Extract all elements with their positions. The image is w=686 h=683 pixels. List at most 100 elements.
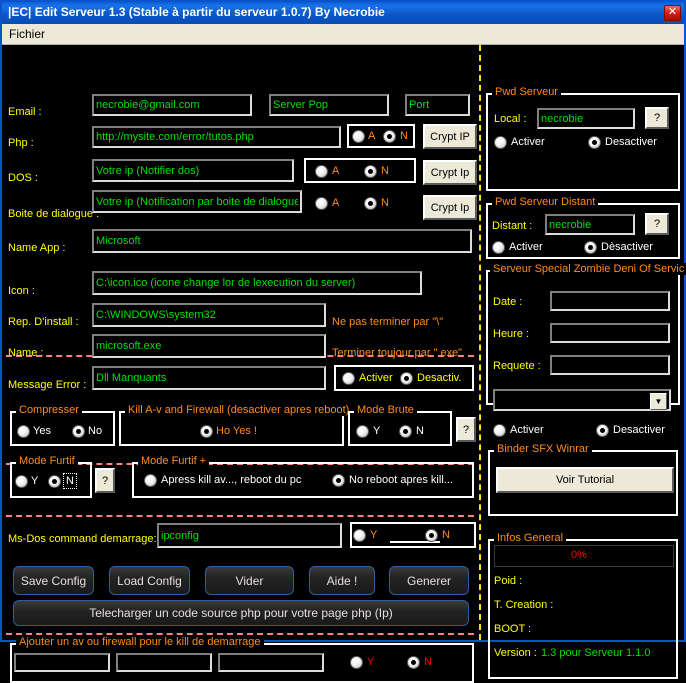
- load-config-button[interactable]: Load Config: [109, 566, 190, 595]
- mode-brute-y-label[interactable]: Y: [373, 425, 380, 437]
- zombie-combobox[interactable]: ▼: [493, 389, 671, 411]
- icon-input[interactable]: [92, 271, 422, 295]
- php-radio-n-label[interactable]: N: [400, 130, 408, 142]
- mode-furtif-plus-radio-2[interactable]: [332, 474, 345, 487]
- pwd-distant-help-button[interactable]: ?: [645, 213, 669, 235]
- rep-install-hint: Ne pas terminer par "\": [332, 316, 443, 328]
- zombie-radio-activer[interactable]: [493, 424, 506, 437]
- pwd-distant-input[interactable]: [545, 214, 635, 235]
- msdos-n-label[interactable]: N: [442, 529, 450, 541]
- server-pop-input[interactable]: [269, 94, 389, 116]
- close-icon[interactable]: ✕: [664, 5, 681, 21]
- mode-furtif-radio-n[interactable]: [48, 475, 61, 488]
- mode-furtif-plus-opt2-label[interactable]: No reboot apres kill...: [349, 474, 453, 486]
- crypt-ip-button-2[interactable]: Crypt Ip: [423, 160, 477, 185]
- kill-av-title: Kill A-v and Firewall (desactiver apres …: [125, 404, 352, 416]
- php-input[interactable]: [92, 126, 341, 148]
- msdos-input[interactable]: [157, 523, 342, 548]
- compresser-yes-label[interactable]: Yes: [33, 425, 51, 437]
- menu-item-fichier[interactable]: Fichier: [9, 27, 45, 41]
- download-php-button[interactable]: Telecharger un code source php pour votr…: [13, 600, 469, 626]
- save-config-button[interactable]: Save Config: [13, 566, 94, 595]
- php-radio-n[interactable]: [383, 130, 396, 143]
- dos-radio-n-label[interactable]: N: [381, 165, 389, 177]
- message-error-activer-label[interactable]: Activer: [359, 372, 393, 384]
- generer-button[interactable]: Generer: [389, 566, 469, 595]
- mode-furtif-plus-opt1-label[interactable]: Apress kill av..., reboot du pc: [161, 474, 301, 486]
- compresser-radio-no[interactable]: [72, 425, 85, 438]
- divider-below-msdos: [6, 515, 474, 517]
- zombie-radio-desactiver[interactable]: [596, 424, 609, 437]
- name-app-input[interactable]: [92, 229, 472, 253]
- pwd-serveur-desactiver-label[interactable]: Desactiver: [605, 136, 657, 148]
- aide-button[interactable]: Aide !: [309, 566, 375, 595]
- ajouter-av-n-label[interactable]: N: [424, 656, 432, 668]
- mode-furtif-y-label[interactable]: Y: [31, 475, 38, 487]
- email-input[interactable]: [92, 94, 252, 116]
- dos-radio-n[interactable]: [364, 165, 377, 178]
- port-input[interactable]: [405, 94, 470, 116]
- msdos-radio-y[interactable]: [353, 529, 366, 542]
- zombie-date-input[interactable]: [550, 291, 670, 311]
- compresser-radio-yes[interactable]: [17, 425, 30, 438]
- msdos-radio-n[interactable]: [425, 529, 438, 542]
- dos-radio-a[interactable]: [315, 165, 328, 178]
- pwd-serveur-radio-activer[interactable]: [494, 136, 507, 149]
- msdos-y-label[interactable]: Y: [370, 529, 377, 541]
- chevron-down-icon[interactable]: ▼: [650, 393, 667, 410]
- pwd-serveur-local-input[interactable]: [537, 108, 635, 129]
- kill-av-option-label[interactable]: Ho Yes !: [216, 425, 257, 437]
- voir-tutorial-button[interactable]: Voir Tutorial: [496, 467, 674, 493]
- zombie-heure-input[interactable]: [550, 323, 670, 343]
- boite-dialogue-input[interactable]: [92, 190, 302, 213]
- mode-brute-radio-n[interactable]: [399, 425, 412, 438]
- message-error-input[interactable]: [92, 366, 326, 390]
- pwd-distant-desactiver-label[interactable]: Dèsactiver: [601, 241, 653, 253]
- mode-brute-help-button[interactable]: ?: [456, 417, 476, 442]
- boite-radio-a[interactable]: [315, 197, 328, 210]
- dos-radio-a-label[interactable]: A: [332, 165, 339, 177]
- crypt-ip-button-1[interactable]: Crypt IP: [423, 124, 477, 149]
- pwd-serveur-help-button[interactable]: ?: [645, 107, 669, 129]
- message-error-radio-activer[interactable]: [342, 372, 355, 385]
- mode-brute-radio-y[interactable]: [356, 425, 369, 438]
- kill-av-radio[interactable]: [200, 425, 213, 438]
- mode-furtif-n-label[interactable]: N: [66, 475, 74, 487]
- ajouter-av-field-1[interactable]: [14, 653, 110, 672]
- dos-input[interactable]: [92, 159, 294, 182]
- boite-radio-n[interactable]: [364, 197, 377, 210]
- rep-install-input[interactable]: [92, 303, 326, 327]
- crypt-ip-button-3[interactable]: Crypt Ip: [423, 195, 477, 220]
- compresser-no-label[interactable]: No: [88, 425, 102, 437]
- name-label: Name :: [8, 347, 43, 359]
- pwd-distant-radio-activer[interactable]: [492, 241, 505, 254]
- name-app-label: Name App :: [8, 242, 65, 254]
- php-radio-a-label[interactable]: A: [368, 130, 375, 142]
- zombie-activer-label[interactable]: Activer: [510, 424, 544, 436]
- vider-button[interactable]: Vider: [205, 566, 294, 595]
- ajouter-av-field-3[interactable]: [218, 653, 324, 672]
- pwd-serveur-activer-label[interactable]: Activer: [511, 136, 545, 148]
- mode-furtif-radio-y[interactable]: [15, 475, 28, 488]
- mode-furtif-help-button[interactable]: ?: [95, 468, 115, 493]
- pwd-distant-radio-desactiver[interactable]: [584, 241, 597, 254]
- boite-radio-n-label[interactable]: N: [381, 197, 389, 209]
- ajouter-av-field-2[interactable]: [116, 653, 212, 672]
- message-error-label: Message Error :: [8, 379, 86, 391]
- zombie-requete-input[interactable]: [550, 355, 670, 375]
- ajouter-av-radio-n[interactable]: [407, 656, 420, 669]
- zombie-desactiver-label[interactable]: Desactiver: [613, 424, 665, 436]
- php-radio-a[interactable]: [352, 130, 365, 143]
- ajouter-av-y-label[interactable]: Y: [367, 656, 374, 668]
- boite-radio-a-label[interactable]: A: [332, 197, 339, 209]
- mode-brute-title: Mode Brute: [354, 404, 417, 416]
- pwd-distant-activer-label[interactable]: Activer: [509, 241, 543, 253]
- mode-brute-n-label[interactable]: N: [416, 425, 424, 437]
- name-input[interactable]: [92, 334, 326, 358]
- pwd-serveur-radio-desactiver[interactable]: [588, 136, 601, 149]
- progress-percent-label: 0%: [571, 549, 587, 561]
- ajouter-av-radio-y[interactable]: [350, 656, 363, 669]
- message-error-desactiv-label[interactable]: Desactiv.: [417, 372, 461, 384]
- message-error-radio-desactiv[interactable]: [400, 372, 413, 385]
- mode-furtif-plus-radio-1[interactable]: [144, 474, 157, 487]
